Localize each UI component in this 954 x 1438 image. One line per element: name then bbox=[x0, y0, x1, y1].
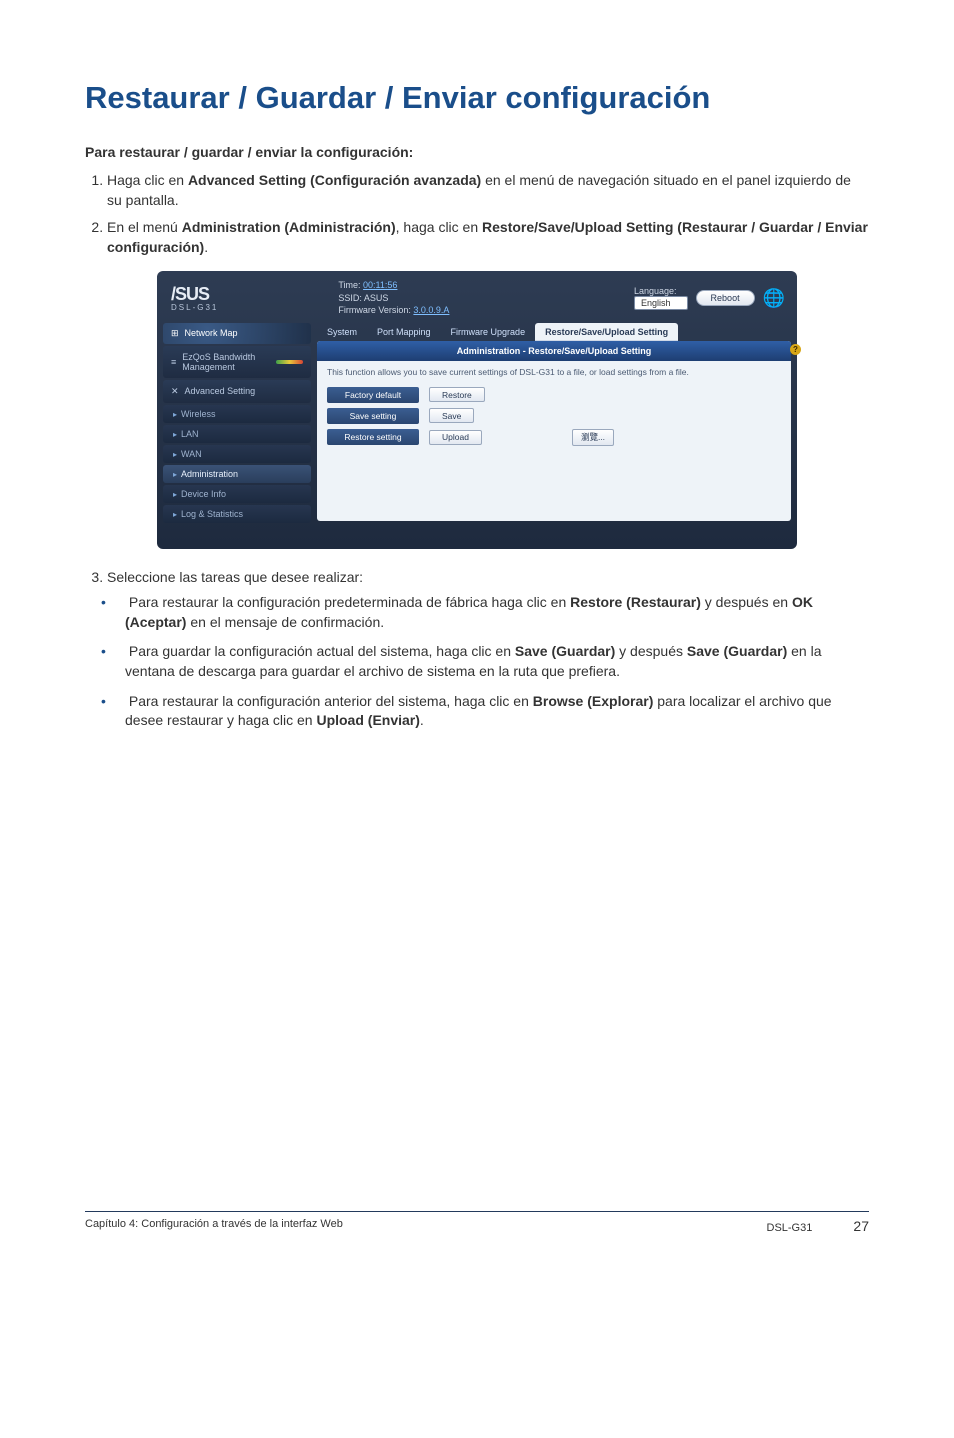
router-ui-screenshot: /SUS DSL-G31 Time: 00:11:56 SSID: ASUS F… bbox=[157, 271, 797, 549]
label-restore-setting: Restore setting bbox=[327, 429, 419, 445]
globe-icon[interactable]: 🌐 bbox=[763, 288, 785, 309]
sidebar-network-map[interactable]: ⊞ Network Map bbox=[163, 323, 311, 344]
top-center-info: Time: 00:11:56 SSID: ASUS Firmware Versi… bbox=[338, 279, 449, 317]
panel-title: Administration - Restore/Save/Upload Set… bbox=[317, 341, 791, 361]
tools-icon: ✕ bbox=[171, 386, 179, 397]
page-number: 27 bbox=[853, 1218, 869, 1234]
tab-firmware-upgrade[interactable]: Firmware Upgrade bbox=[441, 323, 536, 341]
model-label: DSL-G31 bbox=[171, 303, 218, 312]
reboot-button[interactable]: Reboot bbox=[696, 290, 755, 306]
step-2: En el menú Administration (Administració… bbox=[107, 217, 869, 258]
sidebar-item-wan[interactable]: WAN bbox=[163, 445, 311, 463]
bandwidth-bar-icon bbox=[276, 360, 303, 364]
brand-logo: /SUS bbox=[171, 284, 218, 305]
firmware-link[interactable]: 3.0.0.9.A bbox=[413, 305, 449, 315]
time-link[interactable]: 00:11:56 bbox=[363, 280, 397, 290]
task-browse-upload: Para restaurar la configuración anterior… bbox=[125, 692, 869, 731]
panel-description: This function allows you to save current… bbox=[317, 361, 791, 387]
sidebar-item-administration[interactable]: Administration bbox=[163, 465, 311, 483]
browse-button[interactable]: 瀏覽... bbox=[572, 429, 614, 446]
ezqos-icon: ≡ bbox=[171, 357, 176, 367]
task-save: Para guardar la configuración actual del… bbox=[125, 642, 869, 681]
upload-button[interactable]: Upload bbox=[429, 430, 482, 445]
help-icon[interactable]: ? bbox=[790, 344, 801, 355]
footer-chapter: Capítulo 4: Configuración a través de la… bbox=[85, 1218, 343, 1234]
tab-system[interactable]: System bbox=[317, 323, 367, 341]
page-title: Restaurar / Guardar / Enviar configuraci… bbox=[85, 80, 869, 116]
sidebar-item-lan[interactable]: LAN bbox=[163, 425, 311, 443]
step-1: Haga clic en Advanced Setting (Configura… bbox=[107, 170, 869, 211]
sidebar-item-device-info[interactable]: Device Info bbox=[163, 485, 311, 503]
save-button[interactable]: Save bbox=[429, 408, 474, 423]
language-block: Language: English bbox=[634, 286, 688, 310]
sidebar-item-wireless[interactable]: Wireless bbox=[163, 405, 311, 423]
language-select[interactable]: English bbox=[634, 296, 688, 310]
section-subhead: Para restaurar / guardar / enviar la con… bbox=[85, 144, 869, 160]
footer-model: DSL-G31 bbox=[767, 1222, 813, 1234]
sidebar-advanced-setting[interactable]: ✕ Advanced Setting bbox=[163, 380, 311, 403]
label-factory-default: Factory default bbox=[327, 387, 419, 403]
network-icon: ⊞ bbox=[171, 328, 179, 339]
restore-button[interactable]: Restore bbox=[429, 387, 485, 402]
sidebar-ezqos[interactable]: ≡ EzQoS Bandwidth Management bbox=[163, 346, 311, 378]
sidebar-item-log-statistics[interactable]: Log & Statistics bbox=[163, 505, 311, 523]
tab-restore-save-upload[interactable]: Restore/Save/Upload Setting bbox=[535, 323, 678, 341]
task-restore: Para restaurar la configuración predeter… bbox=[125, 593, 869, 632]
label-save-setting: Save setting bbox=[327, 408, 419, 424]
tab-port-mapping[interactable]: Port Mapping bbox=[367, 323, 441, 341]
step-3: Seleccione las tareas que desee realizar… bbox=[107, 567, 869, 587]
